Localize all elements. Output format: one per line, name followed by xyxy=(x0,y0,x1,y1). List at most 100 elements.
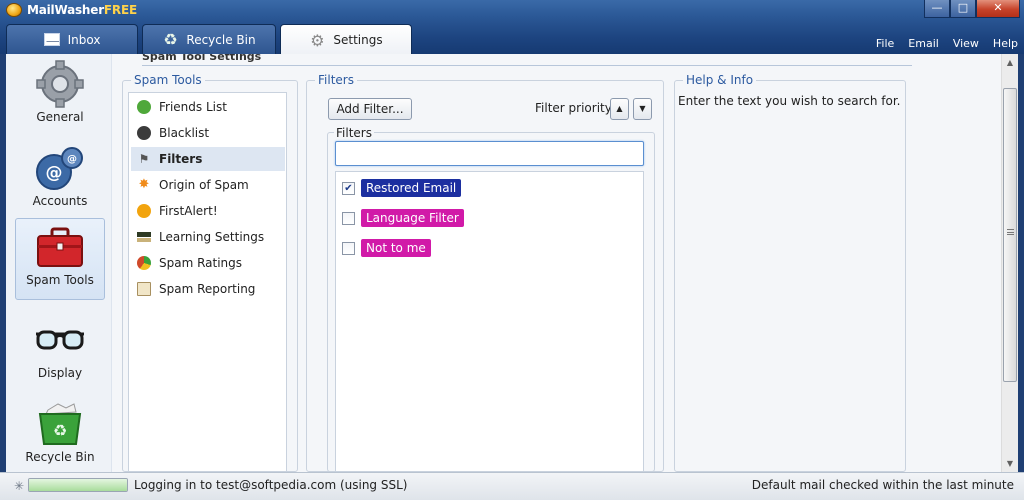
spam-tool-label: Blacklist xyxy=(159,126,210,140)
accounts-icon: @ @ xyxy=(36,147,83,190)
svg-text:♻: ♻ xyxy=(53,421,67,440)
scrollbar-thumb[interactable] xyxy=(1003,88,1017,382)
priority-up-button[interactable]: ▲ xyxy=(610,98,629,120)
friends-icon xyxy=(137,100,151,114)
spam-tool-origin-of-spam[interactable]: ✸ Origin of Spam xyxy=(131,173,285,197)
grad-cap-icon xyxy=(137,232,151,242)
sidebar-item-recycle-bin[interactable]: ♻ Recycle Bin xyxy=(15,396,105,476)
app-title-free: FREE xyxy=(103,3,137,17)
spam-tool-spam-ratings[interactable]: Spam Ratings xyxy=(131,251,285,275)
origin-icon: ✸ xyxy=(138,177,150,192)
main-tabs: Inbox ♻ Recycle Bin ⚙ Settings xyxy=(6,24,412,55)
close-button[interactable]: ✕ xyxy=(976,0,1020,18)
busy-spinner-icon: ✳ xyxy=(14,479,25,493)
sidebar-item-accounts[interactable]: @ @ Accounts xyxy=(15,140,105,220)
svg-text:@: @ xyxy=(46,163,63,183)
spam-tool-spam-reporting[interactable]: Spam Reporting xyxy=(131,277,285,301)
spam-tool-label: FirstAlert! xyxy=(159,204,218,218)
minimize-button[interactable]: — xyxy=(924,0,950,18)
main-area: General @ @ Accounts Spam Tools Display … xyxy=(6,54,1018,472)
status-mail-checked: Default mail checked within the last min… xyxy=(751,478,1014,492)
spam-tools-list: Friends List Blacklist ⚑ Filters ✸ Origi… xyxy=(128,92,287,472)
filter-checkbox[interactable]: ✔ xyxy=(342,181,355,195)
settings-sidebar: General @ @ Accounts Spam Tools Display … xyxy=(6,54,112,472)
app-title-main: MailWasher xyxy=(27,3,104,17)
sidebar-item-general[interactable]: General xyxy=(15,56,105,136)
recycle-bin-icon: ♻ xyxy=(38,403,82,445)
spam-tool-firstalert[interactable]: FirstAlert! xyxy=(131,199,285,223)
gear-icon: ⚙ xyxy=(310,30,325,50)
filter-priority-label: Filter priority: xyxy=(535,101,616,115)
menu-file[interactable]: File xyxy=(876,37,894,50)
spam-tool-label: Origin of Spam xyxy=(159,178,249,192)
tab-settings-label: Settings xyxy=(333,33,383,47)
sidebar-item-label: Recycle Bin xyxy=(25,450,95,464)
filter-checkbox[interactable] xyxy=(342,241,355,255)
help-text: Enter the text you wish to search for. xyxy=(678,94,901,108)
filter-row-language-filter[interactable]: Language Filter xyxy=(342,209,464,227)
window-controls: — □ ✕ xyxy=(924,0,1020,18)
toolbox-icon xyxy=(37,227,83,267)
filter-search-input[interactable] xyxy=(335,141,644,166)
progress-fill xyxy=(29,479,127,491)
spam-tool-label: Spam Reporting xyxy=(159,282,256,296)
tab-recycle-bin-label: Recycle Bin xyxy=(186,32,256,47)
glasses-icon xyxy=(36,330,84,350)
filter-list: ✔ Restored Email Language Filter Not to … xyxy=(335,171,644,472)
sidebar-item-label: Accounts xyxy=(32,194,88,208)
spam-tool-label: Filters xyxy=(159,152,203,166)
scrollbar-grip-icon xyxy=(1007,229,1014,235)
help-info-title: Help & Info xyxy=(683,73,757,87)
status-bar: ✳ Logging in to test@softpedia.com (usin… xyxy=(0,472,1024,500)
spam-tool-blacklist[interactable]: Blacklist xyxy=(131,121,285,145)
filter-tag: Restored Email xyxy=(361,179,462,197)
filter-icon: ⚑ xyxy=(138,152,150,166)
recycle-icon: ♻ xyxy=(163,30,178,49)
panel-header: Spam Tool Settings xyxy=(142,54,912,66)
filter-tag: Language Filter xyxy=(361,209,464,227)
filter-checkbox[interactable] xyxy=(342,211,355,225)
spam-tool-friends-list[interactable]: Friends List xyxy=(131,95,285,119)
status-text: Logging in to test@softpedia.com (using … xyxy=(134,478,408,492)
mail-icon xyxy=(43,33,60,46)
menu-bar: File Email View Help xyxy=(876,37,1018,50)
sidebar-item-display[interactable]: Display xyxy=(15,312,105,392)
spam-tools-title: Spam Tools xyxy=(131,73,205,87)
spam-tool-label: Friends List xyxy=(159,100,227,114)
title-bar: MailWasher FREE — □ ✕ Inbox ♻ Recycle Bin… xyxy=(0,0,1024,55)
tab-inbox[interactable]: Inbox xyxy=(6,24,138,54)
priority-down-button[interactable]: ▼ xyxy=(633,98,652,120)
filters-title: Filters xyxy=(315,73,357,87)
mailwasher-logo-icon xyxy=(6,3,22,17)
menu-help[interactable]: Help xyxy=(993,37,1018,50)
sidebar-item-label: General xyxy=(36,110,84,124)
filter-row-not-to-me[interactable]: Not to me xyxy=(342,239,431,257)
filter-tag: Not to me xyxy=(361,239,431,257)
spam-tool-label: Learning Settings xyxy=(159,230,265,244)
tab-inbox-label: Inbox xyxy=(67,32,101,47)
add-filter-button[interactable]: Add Filter... xyxy=(328,98,412,120)
spam-tool-learning-settings[interactable]: Learning Settings xyxy=(131,225,285,249)
filters-box-title: Filters xyxy=(334,126,374,140)
tab-recycle-bin[interactable]: ♻ Recycle Bin xyxy=(142,24,276,54)
tab-settings[interactable]: ⚙ Settings xyxy=(280,24,412,55)
sidebar-item-spam-tools[interactable]: Spam Tools xyxy=(15,218,105,300)
svg-text:@: @ xyxy=(67,154,77,165)
blacklist-icon xyxy=(137,126,151,140)
spam-tool-label: Spam Ratings xyxy=(159,256,243,270)
scroll-up-arrow-icon[interactable]: ▲ xyxy=(1002,54,1018,71)
alert-icon xyxy=(137,204,151,218)
report-icon xyxy=(137,282,151,296)
menu-email[interactable]: Email xyxy=(908,37,939,50)
help-info-group: Help & Info xyxy=(674,73,906,472)
scroll-down-arrow-icon[interactable]: ▼ xyxy=(1002,455,1018,472)
spam-tool-filters[interactable]: ⚑ Filters xyxy=(131,147,285,171)
progress-bar xyxy=(28,478,128,492)
maximize-button[interactable]: □ xyxy=(950,0,976,18)
filter-row-restored-email[interactable]: ✔ Restored Email xyxy=(342,179,462,197)
vertical-scrollbar[interactable]: ▲ ▼ xyxy=(1001,54,1018,472)
settings-content: Spam Tool Settings Spam Tools Friends Li… xyxy=(112,54,1018,472)
rating-icon xyxy=(137,256,151,270)
sidebar-item-label: Spam Tools xyxy=(26,273,94,287)
menu-view[interactable]: View xyxy=(953,37,979,50)
